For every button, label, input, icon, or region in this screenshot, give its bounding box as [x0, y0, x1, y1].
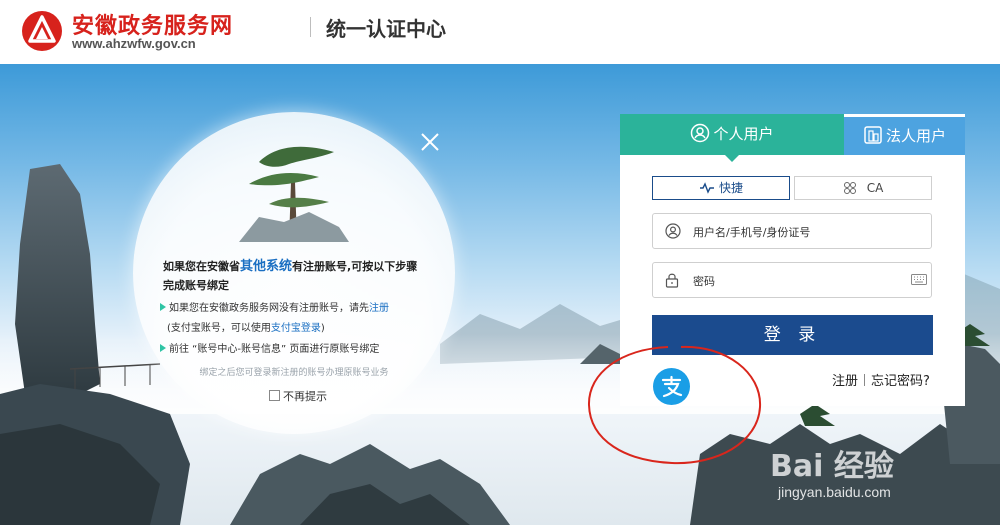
- password-field[interactable]: 密码: [652, 262, 932, 298]
- account-links: 注册 忘记密码?: [832, 370, 930, 389]
- active-tab-caret: [725, 155, 739, 162]
- register-link[interactable]: 注册: [832, 374, 858, 389]
- tip-step-1-note: (支付宝账号，可以使用支付宝登录): [167, 322, 325, 336]
- login-mode-ca[interactable]: CA: [794, 176, 932, 200]
- quick-login-icon: [699, 182, 714, 194]
- building-icon: [864, 126, 882, 144]
- keyboard-icon[interactable]: [911, 274, 927, 285]
- step-arrow-icon: [160, 303, 166, 311]
- tip-title-prefix: 如果您在安徽省: [163, 260, 240, 273]
- tip-note: 绑定之后您可登录新注册的账号办理原账号业务: [199, 368, 389, 378]
- account-binding-tip: 如果您在安徽省其他系统有注册账号,可按以下步骤完成账号绑定 如果您在安徽政务服务…: [133, 112, 455, 434]
- link-separator: [864, 374, 866, 386]
- tip-step-1-text: 如果您在安徽政务服务网没有注册账号，请先: [169, 303, 369, 314]
- tip-step-1-note-suffix: ): [320, 323, 325, 334]
- lock-icon: [665, 273, 679, 288]
- site-url: www.ahzwfw.gov.cn: [72, 36, 196, 51]
- dont-show-again[interactable]: 不再提示: [269, 388, 327, 404]
- login-mode-quick[interactable]: 快捷: [652, 176, 790, 200]
- page-title: 统一认证中心: [326, 17, 446, 41]
- tip-alipay-login-link[interactable]: 支付宝登录: [271, 323, 321, 334]
- user-icon: [665, 223, 681, 239]
- login-mode-ca-label: CA: [866, 181, 884, 195]
- tab-personal-user[interactable]: 个人用户: [620, 114, 844, 155]
- header-divider: [310, 17, 311, 37]
- forgot-password-link[interactable]: 忘记密码?: [871, 374, 930, 389]
- password-placeholder: 密码: [693, 275, 715, 288]
- tip-title: 如果您在安徽省其他系统有注册账号,可按以下步骤完成账号绑定: [163, 257, 425, 295]
- tip-step-1: 如果您在安徽政务服务网没有注册账号，请先注册: [160, 302, 389, 316]
- username-field[interactable]: 用户名/手机号/身份证号: [652, 213, 932, 249]
- tab-legal-user[interactable]: 法人用户: [844, 117, 965, 155]
- tip-register-link[interactable]: 注册: [369, 303, 389, 314]
- annotation-circle: [587, 345, 762, 465]
- step-arrow-icon: [160, 344, 166, 352]
- dont-show-again-checkbox[interactable]: [269, 390, 280, 401]
- baidu-watermark-logo: Bai 经验: [770, 449, 894, 484]
- site-logo-icon[interactable]: [20, 9, 64, 53]
- login-mode-quick-label: 快捷: [718, 181, 743, 195]
- tab-personal-user-label: 个人用户: [713, 125, 774, 143]
- username-placeholder: 用户名/手机号/身份证号: [693, 226, 811, 239]
- close-icon[interactable]: [419, 131, 441, 153]
- dont-show-again-label: 不再提示: [283, 390, 327, 403]
- tip-step-2: 前往 “账号中心-账号信息” 页面进行原账号绑定: [160, 343, 379, 357]
- ca-certificate-icon: [843, 182, 856, 194]
- tip-title-highlight: 其他系统: [240, 259, 293, 274]
- baidu-watermark-url: jingyan.baidu.com: [778, 484, 891, 500]
- tab-legal-user-label: 法人用户: [885, 127, 946, 145]
- tip-step-1-note-prefix: (支付宝账号，可以使用: [167, 323, 271, 334]
- site-header: 安徽政务服务网 www.ahzwfw.gov.cn 统一认证中心: [0, 0, 1000, 64]
- user-icon: [691, 123, 710, 143]
- tip-step-2-text: 前往 “账号中心-账号信息” 页面进行原账号绑定: [169, 344, 380, 355]
- pine-tree-image: [239, 146, 349, 242]
